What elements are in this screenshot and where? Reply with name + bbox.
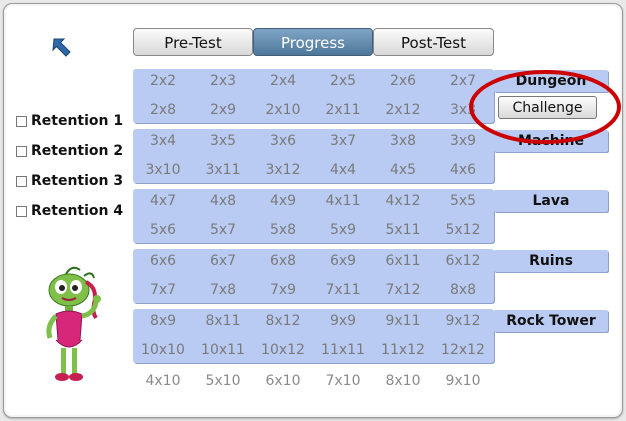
retention-3-option[interactable]: Retention 3	[16, 171, 123, 191]
fact-cell[interactable]: 2x10	[253, 102, 313, 118]
fact-cell[interactable]: 7x7	[133, 282, 193, 298]
fact-cell[interactable]: 2x8	[133, 102, 193, 118]
fact-group-dungeon: 2x2 2x3 2x4 2x5 2x6 2x7 2x8 2x9 2x10 2x1…	[133, 69, 494, 123]
level-label-ruins: Ruins	[494, 250, 608, 272]
fact-cell[interactable]: 4x8	[193, 193, 253, 209]
fact-cell[interactable]: 4x4	[313, 162, 373, 178]
fact-cell[interactable]: 2x9	[193, 102, 253, 118]
fact-cell[interactable]: 4x6	[433, 162, 493, 178]
fact-cell[interactable]: 9x10	[433, 373, 493, 389]
fact-cell[interactable]: 5x8	[253, 222, 313, 238]
fact-cell[interactable]: 7x11	[313, 282, 373, 298]
fact-cell[interactable]: 8x8	[433, 282, 493, 298]
fact-cell[interactable]: 7x12	[373, 282, 433, 298]
retention-4-checkbox[interactable]	[16, 205, 27, 217]
back-arrow-icon[interactable]	[50, 36, 74, 60]
fact-cell[interactable]: 5x6	[133, 222, 193, 238]
fact-cell[interactable]: 2x3	[193, 73, 253, 89]
fact-cell[interactable]: 10x11	[193, 342, 253, 358]
fact-cell[interactable]: 4x9	[253, 193, 313, 209]
tab-progress[interactable]: Progress	[253, 28, 373, 56]
fact-cell[interactable]: 9x9	[313, 313, 373, 329]
retention-4-option[interactable]: Retention 4	[16, 201, 123, 221]
fact-cell[interactable]: 7x9	[253, 282, 313, 298]
fact-cell[interactable]: 4x5	[373, 162, 433, 178]
fact-cell[interactable]: 9x11	[373, 313, 433, 329]
retention-3-label: Retention 3	[31, 173, 124, 189]
unassigned-facts-row: 4x10 5x10 6x10 7x10 8x10 9x10	[133, 373, 494, 393]
fact-cell[interactable]: 5x10	[193, 373, 253, 389]
retention-1-label: Retention 1	[31, 113, 124, 129]
fact-cell[interactable]: 5x12	[433, 222, 493, 238]
fact-group-rock-tower: 8x9 8x11 8x12 9x9 9x11 9x12 10x10 10x11 …	[133, 309, 494, 363]
retention-2-label: Retention 2	[31, 143, 124, 159]
fact-cell[interactable]: 5x9	[313, 222, 373, 238]
fact-group-ruins: 6x6 6x7 6x8 6x9 6x11 6x12 7x7 7x8 7x9 7x…	[133, 249, 494, 303]
fact-cell[interactable]: 3x7	[313, 133, 373, 149]
fact-cell[interactable]: 6x11	[373, 253, 433, 269]
fact-cell[interactable]: 6x10	[253, 373, 313, 389]
fact-cell[interactable]: 8x11	[193, 313, 253, 329]
retention-2-option[interactable]: Retention 2	[16, 141, 123, 161]
fact-cell[interactable]: 10x10	[133, 342, 193, 358]
fact-cell[interactable]: 4x12	[373, 193, 433, 209]
fact-cell[interactable]: 3x5	[193, 133, 253, 149]
fact-cell[interactable]: 2x5	[313, 73, 373, 89]
fact-cell[interactable]: 3x6	[253, 133, 313, 149]
retention-1-checkbox[interactable]	[16, 115, 27, 127]
fact-cell[interactable]: 2x12	[373, 102, 433, 118]
fact-cell[interactable]: 5x5	[433, 193, 493, 209]
fact-cell[interactable]: 8x9	[133, 313, 193, 329]
fact-cell[interactable]: 3x12	[253, 162, 313, 178]
retention-2-checkbox[interactable]	[16, 145, 27, 157]
fact-cell[interactable]: 6x9	[313, 253, 373, 269]
fact-cell[interactable]: 7x8	[193, 282, 253, 298]
fact-cell[interactable]: 12x12	[433, 342, 493, 358]
tab-post-test[interactable]: Post-Test	[373, 28, 494, 56]
fact-group-lava: 4x7 4x8 4x9 4x11 4x12 5x5 5x6 5x7 5x8 5x…	[133, 189, 494, 243]
alien-character-image	[46, 266, 101, 381]
fact-cell[interactable]: 3x8	[373, 133, 433, 149]
fact-cell[interactable]: 3x11	[193, 162, 253, 178]
retention-1-option[interactable]: Retention 1	[16, 111, 123, 131]
fact-group-machine: 3x4 3x5 3x6 3x7 3x8 3x9 3x10 3x11 3x12 4…	[133, 129, 494, 183]
highlight-ellipse	[469, 70, 621, 144]
fact-cell[interactable]: 9x12	[433, 313, 493, 329]
level-label-lava: Lava	[494, 190, 608, 212]
retention-3-checkbox[interactable]	[16, 175, 27, 187]
fact-cell[interactable]: 6x7	[193, 253, 253, 269]
fact-cell[interactable]: 6x12	[433, 253, 493, 269]
retention-4-label: Retention 4	[31, 203, 124, 219]
fact-cell[interactable]: 4x11	[313, 193, 373, 209]
fact-cell[interactable]: 7x10	[313, 373, 373, 389]
fact-cell[interactable]: 2x4	[253, 73, 313, 89]
fact-cell[interactable]: 4x10	[133, 373, 193, 389]
fact-cell[interactable]: 10x12	[253, 342, 313, 358]
tab-pre-test[interactable]: Pre-Test	[133, 28, 253, 56]
fact-cell[interactable]: 3x10	[133, 162, 193, 178]
fact-cell[interactable]: 5x11	[373, 222, 433, 238]
level-label-rock-tower: Rock Tower	[494, 310, 608, 332]
fact-cell[interactable]: 2x6	[373, 73, 433, 89]
fact-cell[interactable]: 8x10	[373, 373, 433, 389]
fact-cell[interactable]: 6x6	[133, 253, 193, 269]
fact-cell[interactable]: 11x12	[373, 342, 433, 358]
fact-cell[interactable]: 6x8	[253, 253, 313, 269]
fact-cell[interactable]: 4x7	[133, 193, 193, 209]
fact-cell[interactable]: 2x2	[133, 73, 193, 89]
fact-cell[interactable]: 3x4	[133, 133, 193, 149]
fact-cell[interactable]: 2x11	[313, 102, 373, 118]
fact-cell[interactable]: 8x12	[253, 313, 313, 329]
fact-cell[interactable]: 11x11	[313, 342, 373, 358]
fact-cell[interactable]: 5x7	[193, 222, 253, 238]
